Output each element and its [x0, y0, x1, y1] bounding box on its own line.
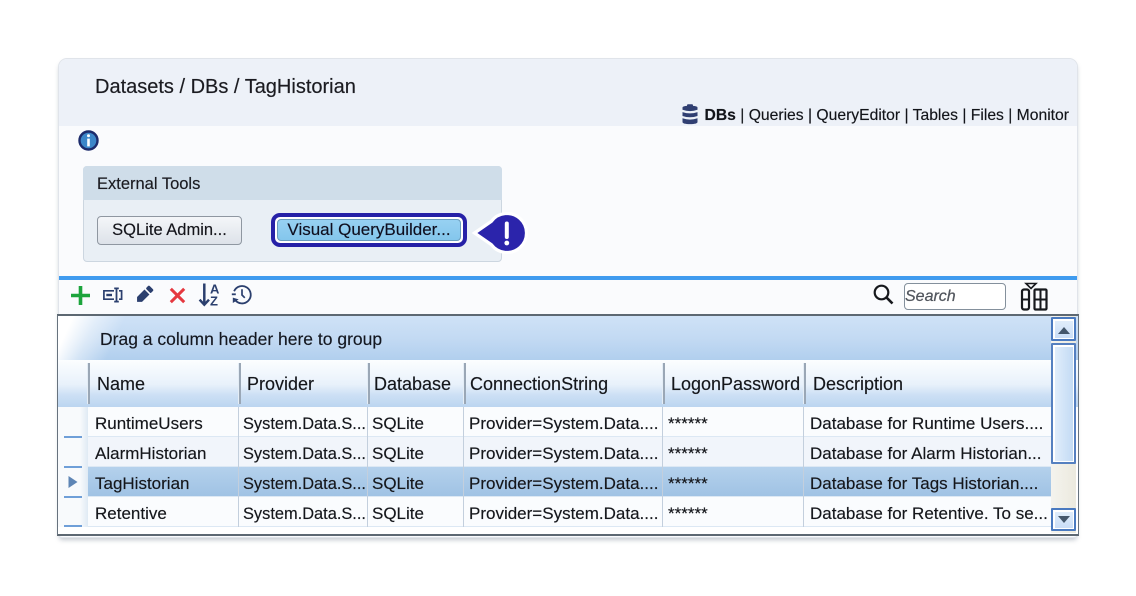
- svg-text:Z: Z: [210, 294, 218, 309]
